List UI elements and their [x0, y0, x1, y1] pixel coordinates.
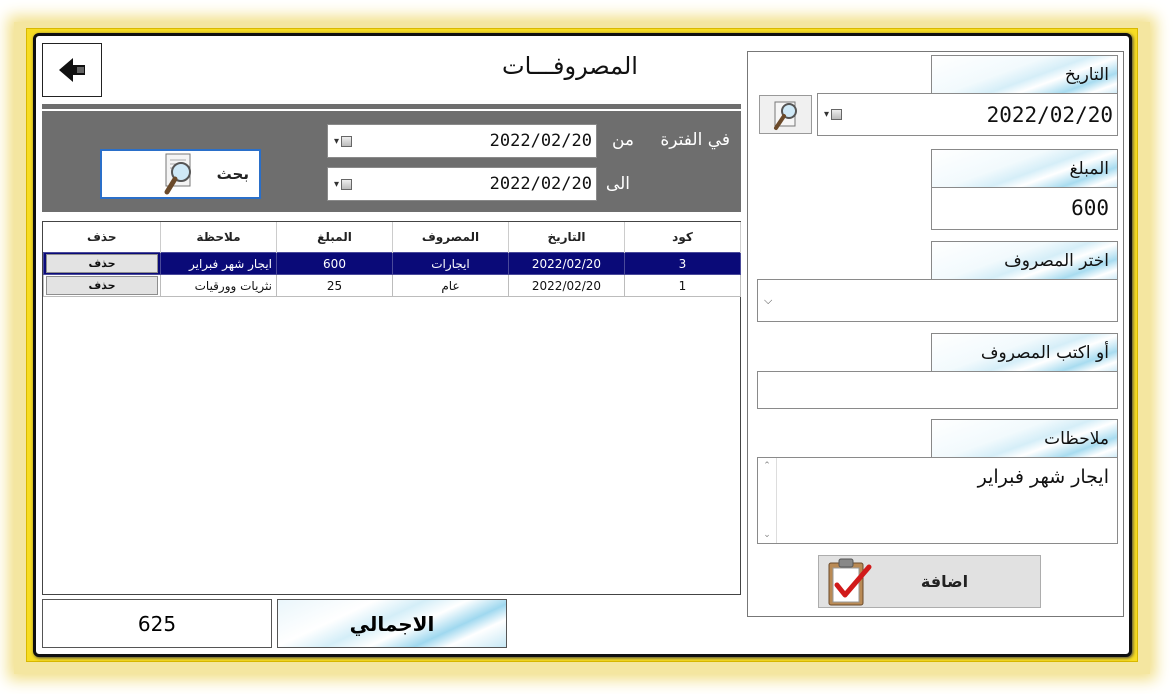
scroll-down-icon[interactable]: ⌄	[763, 530, 771, 540]
amount-label: المبلغ	[931, 149, 1118, 188]
cell-note[interactable]: نثريات وورقيات	[160, 274, 277, 297]
notes-label: ملاحظات	[931, 419, 1118, 458]
write-expense-input[interactable]	[757, 371, 1118, 409]
magnifier-document-icon	[164, 153, 191, 195]
expense-date-value: 2022/02/20	[986, 102, 1113, 127]
expenses-grid[interactable]: كود التاريخ المصروف المبلغ ملاحظة حذف 3 …	[42, 221, 741, 595]
calendar-mini-icon	[341, 135, 353, 147]
search-button[interactable]: بحث	[100, 149, 261, 199]
dropdown-arrow-icon[interactable]: ▾	[334, 179, 339, 190]
column-header-expense[interactable]: المصروف	[392, 222, 509, 253]
cell-note[interactable]: ايجار شهر فبراير	[160, 252, 277, 275]
column-header-amount[interactable]: المبلغ	[276, 222, 393, 253]
notes-textarea[interactable]: ⌃ ⌄ ايجار شهر فبراير	[757, 457, 1118, 544]
delete-row-button[interactable]: حذف	[46, 276, 158, 295]
dropdown-arrow-icon[interactable]: ▾	[824, 109, 829, 120]
total-label: الاجمالي	[277, 599, 507, 648]
add-label: اضافة	[920, 572, 969, 591]
chevron-down-icon[interactable]: ⌵	[758, 294, 772, 307]
total-value: 625	[42, 599, 272, 648]
notes-scrollbar[interactable]: ⌃ ⌄	[758, 458, 777, 543]
cell-amount[interactable]: 25	[276, 274, 393, 297]
table-row[interactable]: 1 2022/02/20 عام 25 نثريات وورقيات حذف	[43, 274, 741, 297]
calendar-mini-icon	[831, 109, 843, 120]
to-label: الى	[605, 174, 630, 194]
from-label: من	[611, 130, 634, 150]
page-title: المصروفـــات	[502, 52, 638, 80]
header-divider	[42, 104, 741, 109]
choose-expense-label: اختر المصروف	[931, 241, 1118, 280]
date-label: التاريخ	[931, 55, 1118, 94]
calendar-button[interactable]	[759, 95, 812, 134]
from-date-value: 2022/02/20	[489, 131, 592, 151]
expense-date-picker[interactable]: ▾ 2022/02/20	[817, 93, 1118, 136]
column-header-delete[interactable]: حذف	[43, 222, 161, 253]
cell-expense[interactable]: عام	[392, 274, 509, 297]
column-header-date[interactable]: التاريخ	[508, 222, 625, 253]
table-row[interactable]: 3 2022/02/20 ايجارات 600 ايجار شهر فبراي…	[43, 252, 741, 275]
back-arrow-icon	[59, 58, 85, 82]
cell-code[interactable]: 1	[624, 274, 741, 297]
write-expense-label: أو اكتب المصروف	[931, 333, 1118, 372]
back-button[interactable]	[42, 43, 102, 97]
to-date-value: 2022/02/20	[489, 174, 592, 194]
cell-date[interactable]: 2022/02/20	[508, 252, 625, 275]
calendar-search-icon	[773, 101, 797, 130]
cell-delete: حذف	[43, 274, 161, 297]
cell-date[interactable]: 2022/02/20	[508, 274, 625, 297]
cell-expense[interactable]: ايجارات	[392, 252, 509, 275]
add-button[interactable]: اضافة	[818, 555, 1041, 608]
from-date-picker[interactable]: ▾ 2022/02/20	[327, 124, 597, 158]
cell-delete: حذف	[43, 252, 161, 275]
delete-row-button[interactable]: حذف	[46, 254, 158, 273]
expense-combo[interactable]: ⌵	[757, 279, 1118, 322]
dropdown-arrow-icon[interactable]: ▾	[334, 136, 339, 147]
to-date-picker[interactable]: ▾ 2022/02/20	[327, 167, 597, 201]
amount-input[interactable]: 600	[931, 187, 1118, 230]
notes-value: ايجار شهر فبراير	[977, 466, 1109, 488]
period-label: في الفترة	[660, 130, 730, 150]
cell-code[interactable]: 3	[624, 252, 741, 275]
calendar-mini-icon	[341, 178, 353, 190]
search-label: بحث	[216, 165, 249, 183]
column-header-note[interactable]: ملاحظة	[160, 222, 277, 253]
scroll-up-icon[interactable]: ⌃	[763, 461, 771, 471]
cell-amount[interactable]: 600	[276, 252, 393, 275]
clipboard-check-icon	[828, 558, 872, 605]
grid-header-row: كود التاريخ المصروف المبلغ ملاحظة حذف	[43, 222, 741, 253]
column-header-code[interactable]: كود	[624, 222, 741, 253]
